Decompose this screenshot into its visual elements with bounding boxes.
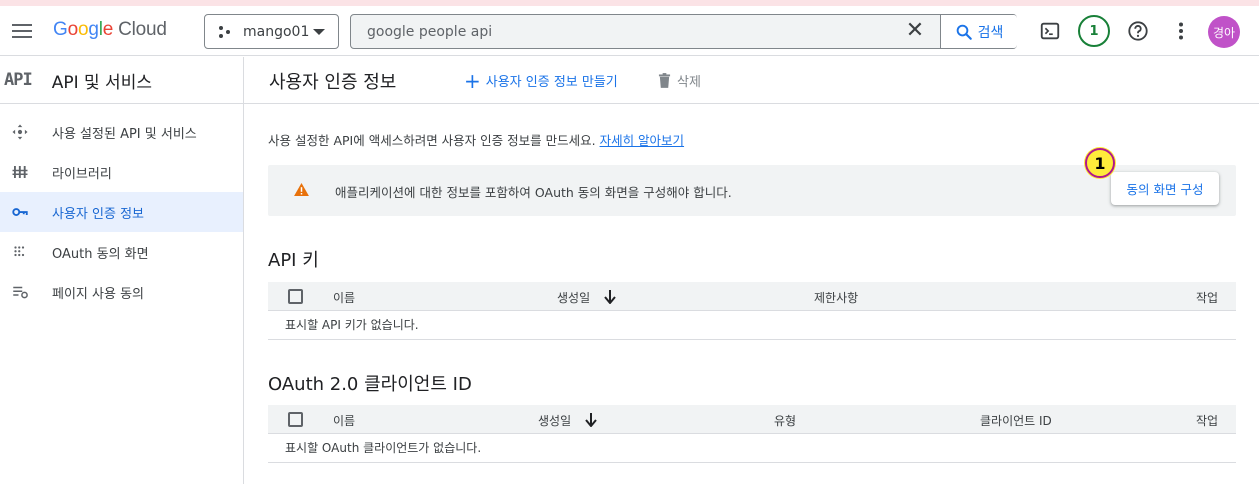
create-credentials-label: 사용자 인증 정보 만들기 [485,75,618,90]
google-cloud-logo[interactable]: Google Cloud [53,19,167,41]
oauth-clients-table: 이름 생성일 유형 클라이언트 ID 작업 표시할 OAuth 클라이언트가 없… [268,405,1236,463]
search-bar: ✕ 검색 [350,14,1017,49]
sidebar: API API 및 서비스 사용 설정된 API 및 서비스 라이브러리 사용자… [0,57,244,484]
api-keys-title: API 키 [268,250,319,271]
empty-table-message: 표시할 API 키가 없습니다. [268,311,1236,340]
sidebar-title: API 및 서비스 [51,72,152,93]
step-number-badge: 1 [1085,148,1115,178]
sidebar-header: API API 및 서비스 [0,57,243,104]
project-selector[interactable]: mango01 [204,14,339,49]
learn-more-link[interactable]: 자세히 알아보기 [600,133,684,148]
column-actions: 작업 [1196,414,1219,428]
more-vert-icon[interactable] [1168,18,1194,44]
column-actions: 작업 [1196,291,1219,305]
hamburger-menu-icon[interactable] [10,19,34,43]
main-content: 사용자 인증 정보 + 사용자 인증 정보 만들기 삭제 사용 설정한 API에… [244,57,1259,484]
warning-icon [294,183,309,196]
api-logo-icon: API [4,70,33,90]
page-title: 사용자 인증 정보 [269,72,397,93]
sidebar-item-library[interactable]: 라이브러리 [0,152,243,192]
top-header: GoogleCloud mango01 ✕ 검색 1 경아 [0,6,1259,56]
search-input[interactable] [367,22,867,42]
page-usage-icon [13,286,28,299]
sidebar-item-credentials[interactable]: 사용자 인증 정보 [0,192,243,232]
consent-icon [14,246,25,257]
key-icon [12,208,28,216]
search-button[interactable]: 검색 [940,15,1017,48]
select-all-checkbox[interactable] [288,289,303,304]
notification-count-badge[interactable]: 1 [1078,15,1110,47]
table-header: 이름 생성일 제한사항 작업 [268,282,1236,311]
main-toolbar: 사용자 인증 정보 + 사용자 인증 정보 만들기 삭제 [244,57,1259,104]
cloud-shell-icon[interactable] [1037,18,1063,44]
table-header: 이름 생성일 유형 클라이언트 ID 작업 [268,405,1236,434]
chevron-down-icon [313,29,325,35]
empty-table-message: 표시할 OAuth 클라이언트가 없습니다. [268,434,1236,463]
delete-button[interactable]: 삭제 [658,71,701,90]
intro-text: 사용 설정한 API에 액세스하려면 사용자 인증 정보를 만드세요. 자세히 … [268,133,685,148]
avatar[interactable]: 경아 [1208,16,1240,48]
warning-message: 애플리케이션에 대한 정보를 포함하여 OAuth 동의 화면을 구성해야 합니… [335,185,732,200]
search-icon [956,24,972,40]
sidebar-item-oauth-consent[interactable]: OAuth 동의 화면 [0,232,243,272]
apis-icon [12,124,28,140]
project-name: mango01 [243,23,310,40]
sidebar-item-label: OAuth 동의 화면 [52,246,149,262]
delete-label: 삭제 [677,75,701,90]
configure-consent-screen-button[interactable]: 동의 화면 구성 [1111,172,1219,205]
sidebar-item-enabled-apis[interactable]: 사용 설정된 API 및 서비스 [0,112,243,152]
column-restrictions: 제한사항 [814,291,859,305]
project-dots-icon [219,25,231,38]
column-type[interactable]: 유형 [774,412,796,429]
api-keys-table: 이름 생성일 제한사항 작업 표시할 API 키가 없습니다. [268,282,1236,340]
library-icon [12,166,28,178]
sidebar-item-label: 사용자 인증 정보 [52,206,144,222]
search-button-label: 검색 [977,24,1004,41]
select-all-checkbox[interactable] [288,412,303,427]
trash-icon [658,73,671,88]
sidebar-item-label: 페이지 사용 동의 [52,286,144,302]
close-icon[interactable]: ✕ [904,20,926,43]
arrow-down-icon [604,290,616,304]
sidebar-item-label: 사용 설정된 API 및 서비스 [52,126,197,142]
column-name[interactable]: 이름 [333,289,355,306]
column-name[interactable]: 이름 [333,412,355,429]
arrow-down-icon [585,413,597,427]
oauth-clients-title: OAuth 2.0 클라이언트 ID [268,374,472,395]
column-client-id[interactable]: 클라이언트 ID [980,412,1052,429]
column-created[interactable]: 생성일 [538,412,597,429]
plus-icon: + [464,68,481,93]
sidebar-item-page-usage[interactable]: 페이지 사용 동의 [0,272,243,312]
help-icon[interactable] [1125,18,1151,44]
create-credentials-button[interactable]: + 사용자 인증 정보 만들기 [464,68,618,93]
column-created[interactable]: 생성일 [557,289,616,306]
sidebar-item-label: 라이브러리 [52,166,112,182]
